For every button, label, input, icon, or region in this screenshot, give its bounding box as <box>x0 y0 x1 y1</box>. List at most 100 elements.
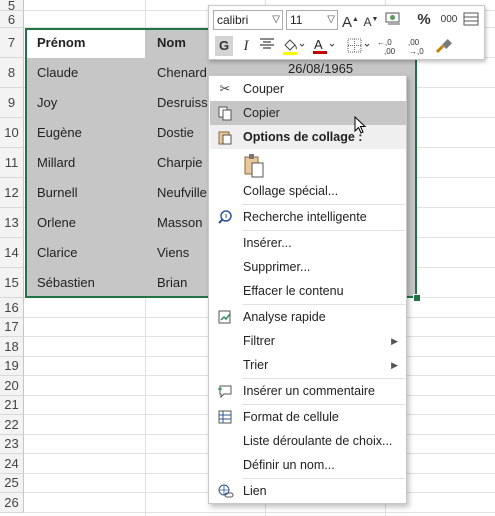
font-color-button[interactable]: A <box>311 36 335 56</box>
copy-icon <box>216 105 234 121</box>
row-header[interactable]: 6 <box>0 11 24 28</box>
paintbrush-icon <box>435 39 452 54</box>
format-cells-icon <box>216 409 234 425</box>
row-header[interactable]: 20 <box>0 376 24 396</box>
submenu-arrow-icon: ▶ <box>391 336 398 346</box>
menu-item-paste-special[interactable]: Collage spécial... <box>210 179 406 203</box>
paint-bucket-icon <box>283 39 305 55</box>
align-center-icon <box>260 38 274 49</box>
bold-button[interactable]: G <box>215 36 233 56</box>
cell-prenom[interactable]: Claude <box>37 58 142 88</box>
cell-prenom[interactable]: Millard <box>37 148 142 178</box>
row-header[interactable]: 14 <box>0 238 24 268</box>
menu-item-label: Définir un nom... <box>243 458 335 472</box>
row-header[interactable]: 16 <box>0 298 24 318</box>
thousands-separator-button[interactable]: 000 <box>439 10 459 30</box>
row-header[interactable]: 19 <box>0 356 24 376</box>
row-header[interactable]: 5 <box>0 0 24 13</box>
cell-prenom[interactable]: Joy <box>37 88 142 118</box>
menu-item-define-name[interactable]: Définir un nom... <box>210 453 406 477</box>
cell-prenom[interactable]: Eugène <box>37 118 142 148</box>
mouse-pointer-icon <box>354 115 368 139</box>
row-header[interactable]: 17 <box>0 317 24 337</box>
row-header[interactable]: 12 <box>0 178 24 208</box>
cell-nom[interactable]: Brian <box>157 268 209 298</box>
align-center-button[interactable] <box>258 36 276 56</box>
cell-nom[interactable]: Neufville <box>157 178 209 208</box>
accounting-format-button[interactable] <box>383 10 405 30</box>
row-header[interactable]: 11 <box>0 148 24 178</box>
header-prenom[interactable]: Prénom <box>37 28 85 58</box>
row-header[interactable]: 24 <box>0 454 24 474</box>
menu-item-label: Options de collage : <box>243 130 363 144</box>
row-header[interactable]: 26 <box>0 493 24 513</box>
cell-nom[interactable]: Desruisseaux <box>157 88 209 118</box>
svg-text:A: A <box>314 37 323 52</box>
row-header[interactable]: 9 <box>0 88 24 118</box>
grow-font-button[interactable]: A▲ <box>342 10 359 31</box>
row-header[interactable]: 15 <box>0 268 24 298</box>
font-name-combo[interactable]: calibri ▽ <box>213 10 283 30</box>
cell-nom[interactable]: Dostie <box>157 118 209 148</box>
svg-text:←,0: ←,0 <box>377 38 392 47</box>
cell-prenom[interactable]: Orlene <box>37 208 142 238</box>
format-painter-button[interactable] <box>434 36 454 56</box>
menu-item-smart-lookup[interactable]: Recherche intelligente <box>210 205 406 229</box>
cell-nom[interactable]: Chenard <box>157 58 209 88</box>
fill-color-button[interactable] <box>281 36 305 56</box>
menu-item-copy[interactable]: Copier <box>210 101 406 125</box>
row-header[interactable]: 22 <box>0 415 24 435</box>
format-table-button[interactable] <box>462 10 480 30</box>
row-header[interactable]: 10 <box>0 118 24 148</box>
header-nom[interactable]: Nom <box>157 28 186 58</box>
menu-item-sort[interactable]: Trier ▶ <box>210 353 406 377</box>
svg-text:,00: ,00 <box>384 47 396 56</box>
menu-item-quick-analysis[interactable]: Analyse rapide <box>210 305 406 329</box>
row-header[interactable]: 13 <box>0 208 24 238</box>
font-size-value: 11 <box>290 13 303 27</box>
menu-item-label: Effacer le contenu <box>243 284 344 298</box>
menu-item-filter[interactable]: Filtrer ▶ <box>210 329 406 353</box>
menu-item-cut[interactable]: ✂ Couper <box>210 77 406 101</box>
menu-item-label: Trier <box>243 358 269 372</box>
cell-nom[interactable]: Masson <box>157 208 209 238</box>
row-header[interactable]: 23 <box>0 434 24 454</box>
paste-option-button[interactable] <box>210 152 406 182</box>
italic-button[interactable]: I <box>238 36 254 56</box>
mini-toolbar: calibri ▽ 11 ▽ A▲ A▼ % 000 G I A ←,0 ,00… <box>208 5 485 60</box>
font-size-combo[interactable]: 11 ▽ <box>286 10 338 30</box>
borders-button[interactable] <box>345 36 371 56</box>
decrease-decimal-button[interactable]: ,00 →,0 <box>405 36 429 56</box>
fill-handle[interactable] <box>413 294 421 302</box>
menu-item-delete[interactable]: Supprimer... <box>210 255 406 279</box>
cell-prenom[interactable]: Burnell <box>37 178 142 208</box>
borders-icon <box>347 38 370 53</box>
cell-prenom[interactable]: Sébastien <box>37 268 142 298</box>
increase-decimal-button[interactable]: ←,0 ,00 <box>376 36 400 56</box>
submenu-arrow-icon: ▶ <box>391 360 398 370</box>
menu-item-insert-comment[interactable]: Insérer un commentaire <box>210 379 406 403</box>
cell-nom[interactable]: Viens <box>157 238 209 268</box>
menu-item-label: Insérer un commentaire <box>243 384 376 398</box>
menu-item-link[interactable]: Lien <box>210 479 406 503</box>
row-header[interactable]: 7 <box>0 28 24 58</box>
row-header[interactable]: 25 <box>0 473 24 493</box>
cell-nom[interactable]: Charpie <box>157 148 209 178</box>
row-header[interactable]: 8 <box>0 58 24 88</box>
menu-item-label: Liste déroulante de choix... <box>243 434 393 448</box>
row-header[interactable]: 18 <box>0 337 24 357</box>
gridline <box>24 511 495 513</box>
shrink-font-button[interactable]: A▼ <box>363 10 379 30</box>
menu-item-dropdown-list[interactable]: Liste déroulante de choix... <box>210 429 406 453</box>
menu-item-format-cells[interactable]: Format de cellule <box>210 405 406 429</box>
menu-item-insert[interactable]: Insérer... <box>210 231 406 255</box>
percent-style-button[interactable]: % <box>415 10 433 30</box>
svg-text:,00: ,00 <box>408 38 420 47</box>
menu-item-label: Analyse rapide <box>243 310 326 324</box>
svg-text:→,0: →,0 <box>409 47 424 56</box>
comment-icon <box>216 383 234 399</box>
row-header[interactable]: 21 <box>0 395 24 415</box>
cell-prenom[interactable]: Clarice <box>37 238 142 268</box>
menu-item-clear-contents[interactable]: Effacer le contenu <box>210 279 406 303</box>
menu-item-label: Supprimer... <box>243 260 311 274</box>
